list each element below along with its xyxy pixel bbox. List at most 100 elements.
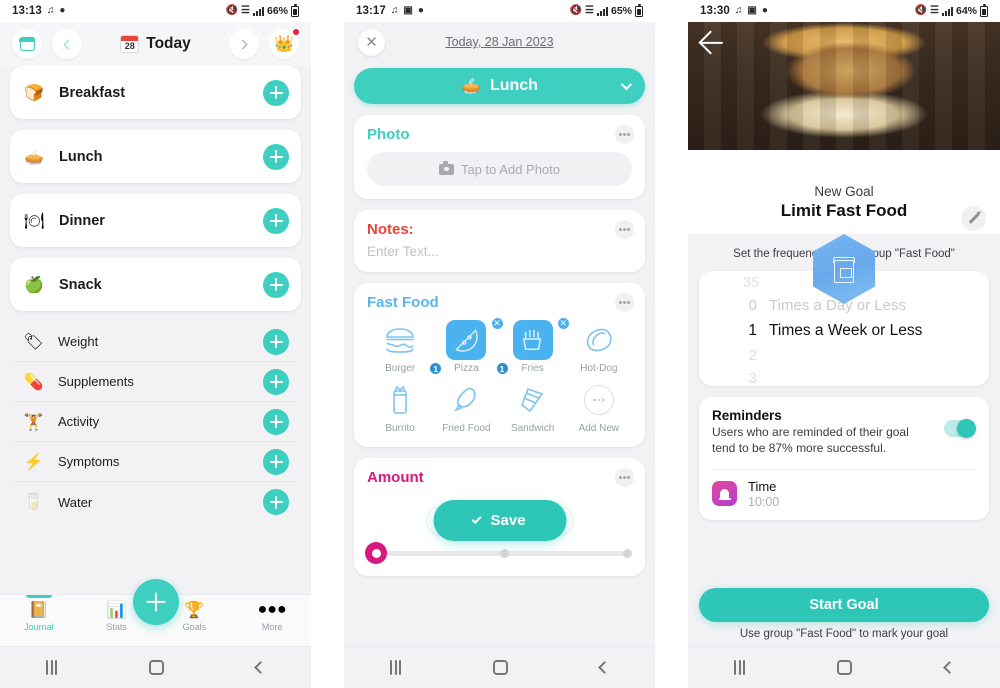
home-button[interactable] bbox=[837, 660, 853, 675]
bag-glyph bbox=[830, 255, 858, 283]
wifi-icon: ☰ bbox=[585, 5, 594, 16]
entry-date[interactable]: Today, 28 Jan 2023 bbox=[344, 35, 655, 49]
more-dots-icon: ●●● bbox=[257, 601, 287, 618]
start-goal-button[interactable]: Start Goal bbox=[699, 588, 989, 622]
notification-dot bbox=[292, 28, 300, 36]
back-button[interactable] bbox=[254, 661, 267, 674]
calendar-button[interactable] bbox=[12, 29, 42, 59]
back-arrow-icon[interactable] bbox=[698, 30, 723, 55]
picker-row-selected[interactable]: 1 Times a Week or Less bbox=[743, 317, 989, 344]
home-button[interactable] bbox=[149, 660, 164, 675]
tracker-row-supplements[interactable]: 💊 Supplements bbox=[13, 362, 298, 402]
fries-icon bbox=[512, 320, 553, 360]
battery-icon bbox=[635, 4, 643, 17]
status-bar-2: 13:17 ♫ ▣ ● 🔇 ☰ 65% bbox=[344, 0, 655, 22]
add-weight-button[interactable] bbox=[263, 328, 289, 355]
add-symptoms-button[interactable] bbox=[263, 448, 289, 475]
save-button[interactable]: Save bbox=[433, 500, 566, 541]
tracker-row-water[interactable]: 🥛 Water bbox=[13, 482, 298, 522]
picker-row[interactable]: 3 bbox=[743, 367, 989, 386]
battery-icon bbox=[980, 4, 988, 17]
recents-button[interactable] bbox=[46, 660, 57, 675]
tracker-row-symptoms[interactable]: ⚡ Symptoms bbox=[13, 442, 298, 482]
add-entry-fab[interactable] bbox=[132, 579, 179, 625]
add-activity-button[interactable] bbox=[263, 408, 289, 435]
add-photo-button[interactable]: Tap to Add Photo bbox=[367, 152, 632, 186]
amount-slider[interactable] bbox=[365, 542, 632, 564]
notes-input[interactable]: Enter Text... bbox=[367, 244, 632, 259]
meal-row-snack[interactable]: 🍏 Snack bbox=[10, 258, 301, 311]
reminder-time-value: 10:00 bbox=[748, 494, 780, 509]
notes-overflow-menu[interactable] bbox=[615, 220, 634, 239]
signal-icon bbox=[941, 6, 953, 16]
back-button[interactable] bbox=[942, 661, 956, 674]
add-breakfast-button[interactable] bbox=[263, 79, 289, 106]
picker-row[interactable]: 2 bbox=[743, 344, 989, 367]
next-day-button[interactable] bbox=[229, 29, 259, 59]
tracker-row-activity[interactable]: 🏋 Activity bbox=[13, 402, 298, 442]
page-title: 28 Today bbox=[92, 35, 219, 53]
food-item-hotdog[interactable]: Hot-Dog bbox=[566, 320, 632, 374]
recents-button[interactable] bbox=[734, 660, 746, 675]
amount-overflow-menu[interactable] bbox=[615, 468, 634, 487]
status-bar-1: 13:13 ♫ ● 🔇 ☰ 66% bbox=[0, 0, 311, 22]
android-nav-bar-3 bbox=[688, 646, 1000, 688]
food-label: Hot-Dog bbox=[580, 363, 618, 374]
photo-card: Photo Tap to Add Photo bbox=[354, 115, 645, 199]
tab-more[interactable]: ●●● More bbox=[233, 600, 311, 632]
recents-button[interactable] bbox=[390, 660, 401, 675]
add-dinner-button[interactable] bbox=[263, 207, 289, 234]
tracker-list: 🏷 Weight 💊 Supplements 🏋 Activity ⚡ Symp bbox=[10, 322, 301, 522]
fast-food-grid: Burger ✕ 1 Pizza ✕ 1 Fries Hot-Dog Burri… bbox=[367, 316, 632, 434]
food-label: Add New bbox=[578, 423, 620, 434]
goal-identity: New Goal Limit Fast Food bbox=[688, 150, 1000, 304]
food-item-fried-food[interactable]: Fried Food bbox=[433, 380, 499, 434]
premium-button[interactable]: 👑 bbox=[269, 28, 300, 59]
picker-row[interactable]: 0 Times a Day or Less bbox=[743, 294, 989, 317]
back-button[interactable] bbox=[598, 661, 611, 674]
food-label: Pizza bbox=[454, 363, 479, 374]
fries-count-badge: 1 bbox=[494, 361, 510, 376]
food-item-add-new[interactable]: Add New bbox=[566, 380, 632, 434]
food-item-sandwich[interactable]: Sandwich bbox=[500, 380, 566, 434]
fast-food-overflow-menu[interactable] bbox=[615, 293, 634, 312]
battery-percent: 64% bbox=[955, 5, 977, 17]
amount-title: Amount bbox=[367, 469, 424, 486]
home-button[interactable] bbox=[493, 660, 508, 675]
tab-label: Stats bbox=[106, 622, 127, 632]
food-item-burger[interactable]: Burger bbox=[367, 320, 433, 374]
meal-row-breakfast[interactable]: 🍞 Breakfast bbox=[10, 66, 301, 119]
meal-row-lunch[interactable]: 🥧 Lunch bbox=[10, 130, 301, 183]
reminders-toggle[interactable] bbox=[944, 419, 976, 438]
prev-day-button[interactable] bbox=[52, 29, 82, 59]
meal-type-selector[interactable]: 🥧 Lunch bbox=[354, 68, 645, 104]
reminder-time-row[interactable]: Time 10:00 bbox=[699, 470, 989, 520]
edit-goal-button[interactable] bbox=[961, 206, 986, 231]
add-lunch-button[interactable] bbox=[263, 143, 289, 170]
tab-journal[interactable]: 📔 Journal bbox=[0, 595, 78, 632]
android-nav-bar-1 bbox=[0, 646, 311, 688]
entry-sections: Photo Tap to Add Photo Notes: Enter Text… bbox=[344, 104, 655, 646]
food-item-burrito[interactable]: Burrito bbox=[367, 380, 433, 434]
camera-icon bbox=[438, 161, 454, 175]
add-snack-button[interactable] bbox=[263, 271, 289, 298]
music-note-icon: ♫ bbox=[734, 5, 743, 16]
food-item-fries[interactable]: ✕ 1 Fries bbox=[494, 316, 571, 376]
food-item-pizza[interactable]: ✕ 1 Pizza bbox=[428, 316, 505, 376]
add-water-button[interactable] bbox=[263, 489, 289, 515]
add-supplements-button[interactable] bbox=[263, 368, 289, 395]
tracker-row-weight[interactable]: 🏷 Weight bbox=[13, 322, 298, 362]
meal-row-dinner[interactable]: 🍽 Dinner bbox=[10, 194, 301, 247]
slider-knob[interactable] bbox=[365, 542, 387, 564]
picker-number: 2 bbox=[748, 347, 757, 364]
tab-label: Goals bbox=[182, 622, 207, 632]
date-badge: 28 bbox=[120, 35, 140, 53]
meal-label: Dinner bbox=[59, 212, 105, 229]
reminders-description: Users who are reminded of their goal ten… bbox=[712, 425, 909, 455]
start-goal-area: Start Goal Use group "Fast Food" to mark… bbox=[688, 580, 1000, 646]
photo-overflow-menu[interactable] bbox=[615, 125, 634, 144]
amount-card: Amount ✕ Save bbox=[354, 458, 645, 576]
journal-list: 🍞 Breakfast 🥧 Lunch 🍽 Dinner 🍏 Snack 🏷 W… bbox=[0, 66, 311, 594]
close-button[interactable]: ✕ bbox=[358, 28, 385, 56]
chevron-right-icon bbox=[237, 39, 248, 49]
